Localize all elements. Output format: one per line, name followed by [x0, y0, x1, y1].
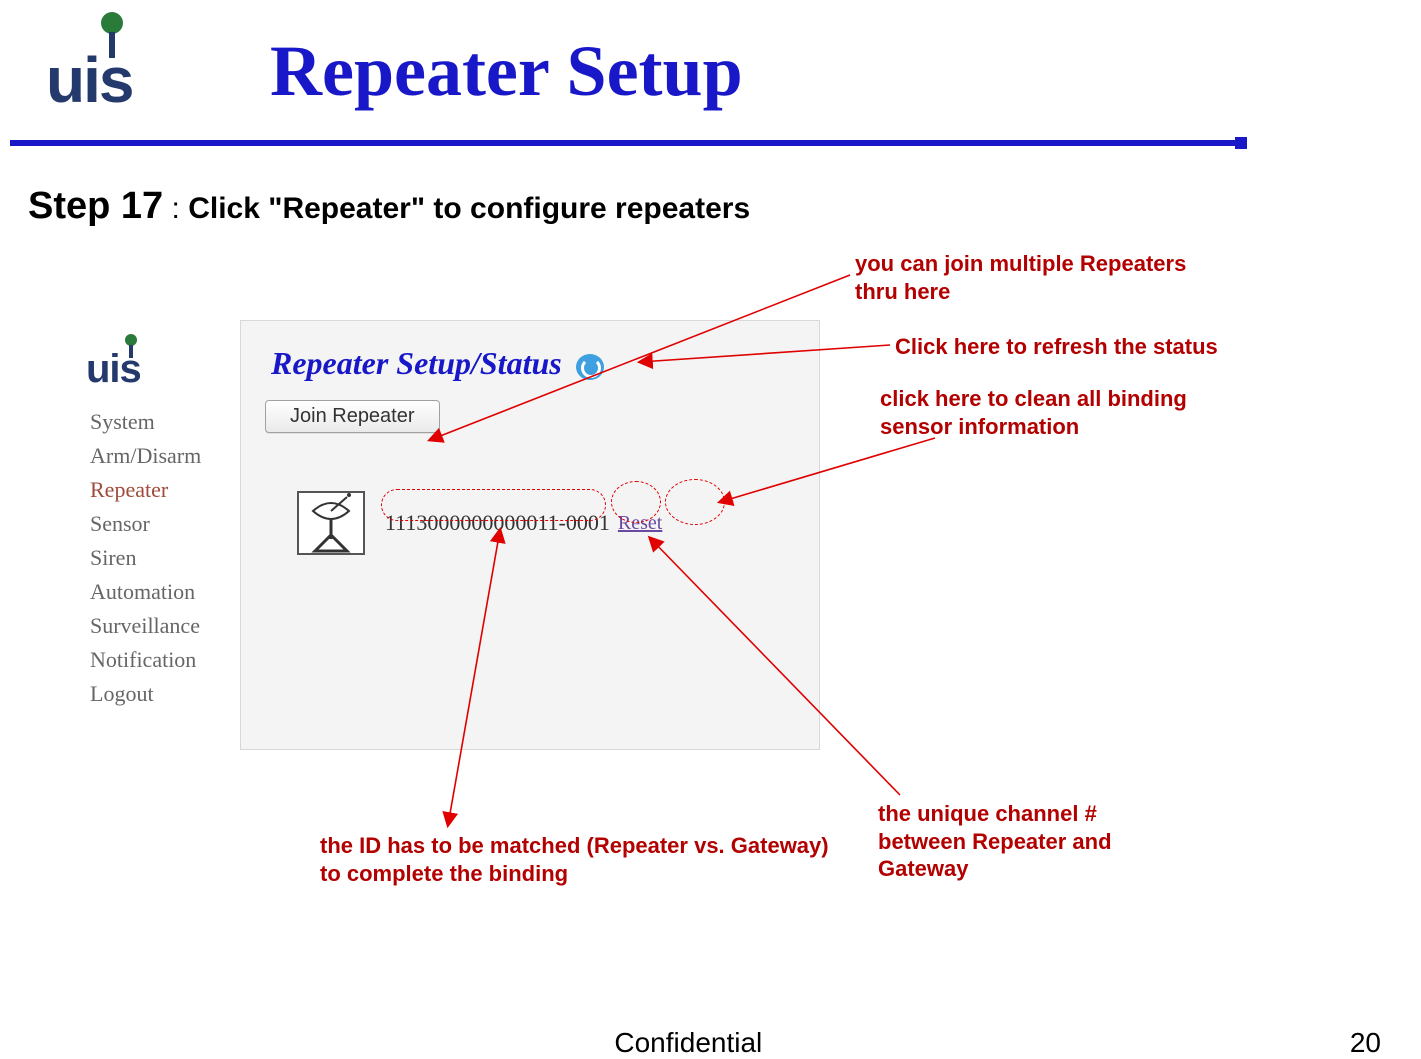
join-repeater-button[interactable]: Join Repeater	[265, 400, 440, 433]
repeater-row: 1113000000000011-0001 Reset	[297, 491, 662, 555]
nav-item-surveillance[interactable]: Surveillance	[90, 613, 230, 639]
nav-item-repeater[interactable]: Repeater	[90, 477, 230, 503]
nav-item-sensor[interactable]: Sensor	[90, 511, 230, 537]
panel-heading-row: Repeater Setup/Status	[241, 321, 819, 392]
callout-reset-loop	[665, 479, 725, 525]
footer-page-number: 20	[1350, 1027, 1381, 1059]
repeater-id: 1113000000000011-0001	[385, 510, 610, 536]
nav-item-arm-disarm[interactable]: Arm/Disarm	[90, 443, 230, 469]
nav-item-notification[interactable]: Notification	[90, 647, 230, 673]
screenshot-panel: uis System Arm/Disarm Repeater Sensor Si…	[80, 320, 850, 760]
page-title: Repeater Setup	[270, 30, 743, 113]
content-panel: Repeater Setup/Status Join Repeater 1113…	[240, 320, 820, 750]
svg-text:uis: uis	[46, 44, 132, 116]
step-instruction: Click "Repeater" to configure repeaters	[188, 192, 750, 225]
nav-item-system[interactable]: System	[90, 409, 230, 435]
nav-item-logout[interactable]: Logout	[90, 681, 230, 707]
repeater-icon	[297, 491, 365, 555]
step-line: Step 17 : Click "Repeater" to configure …	[28, 185, 750, 228]
reset-link[interactable]: Reset	[618, 512, 662, 535]
nav-logo: uis	[82, 332, 230, 395]
side-nav: uis System Arm/Disarm Repeater Sensor Si…	[80, 320, 230, 715]
annotation-refresh: Click here to refresh the status	[895, 333, 1315, 361]
refresh-icon[interactable]	[576, 354, 604, 380]
step-number: Step 17	[28, 185, 163, 227]
annotation-clean: click here to clean all binding sensor i…	[880, 385, 1210, 440]
annotation-join-multiple: you can join multiple Repeaters thru her…	[855, 250, 1205, 305]
logo-main: uis	[40, 10, 170, 120]
annotation-channel: the unique channel # between Repeater an…	[878, 800, 1178, 883]
annotation-id-match: the ID has to be matched (Repeater vs. G…	[320, 832, 850, 887]
header-divider-endcap	[1235, 137, 1247, 149]
nav-item-siren[interactable]: Siren	[90, 545, 230, 571]
panel-heading: Repeater Setup/Status	[271, 345, 562, 381]
slide-header: uis Repeater Setup	[0, 0, 1421, 130]
footer-confidential: Confidential	[614, 1027, 762, 1059]
header-divider	[10, 140, 1235, 146]
svg-text:uis: uis	[86, 347, 141, 390]
step-separator: :	[163, 192, 188, 225]
nav-item-automation[interactable]: Automation	[90, 579, 230, 605]
